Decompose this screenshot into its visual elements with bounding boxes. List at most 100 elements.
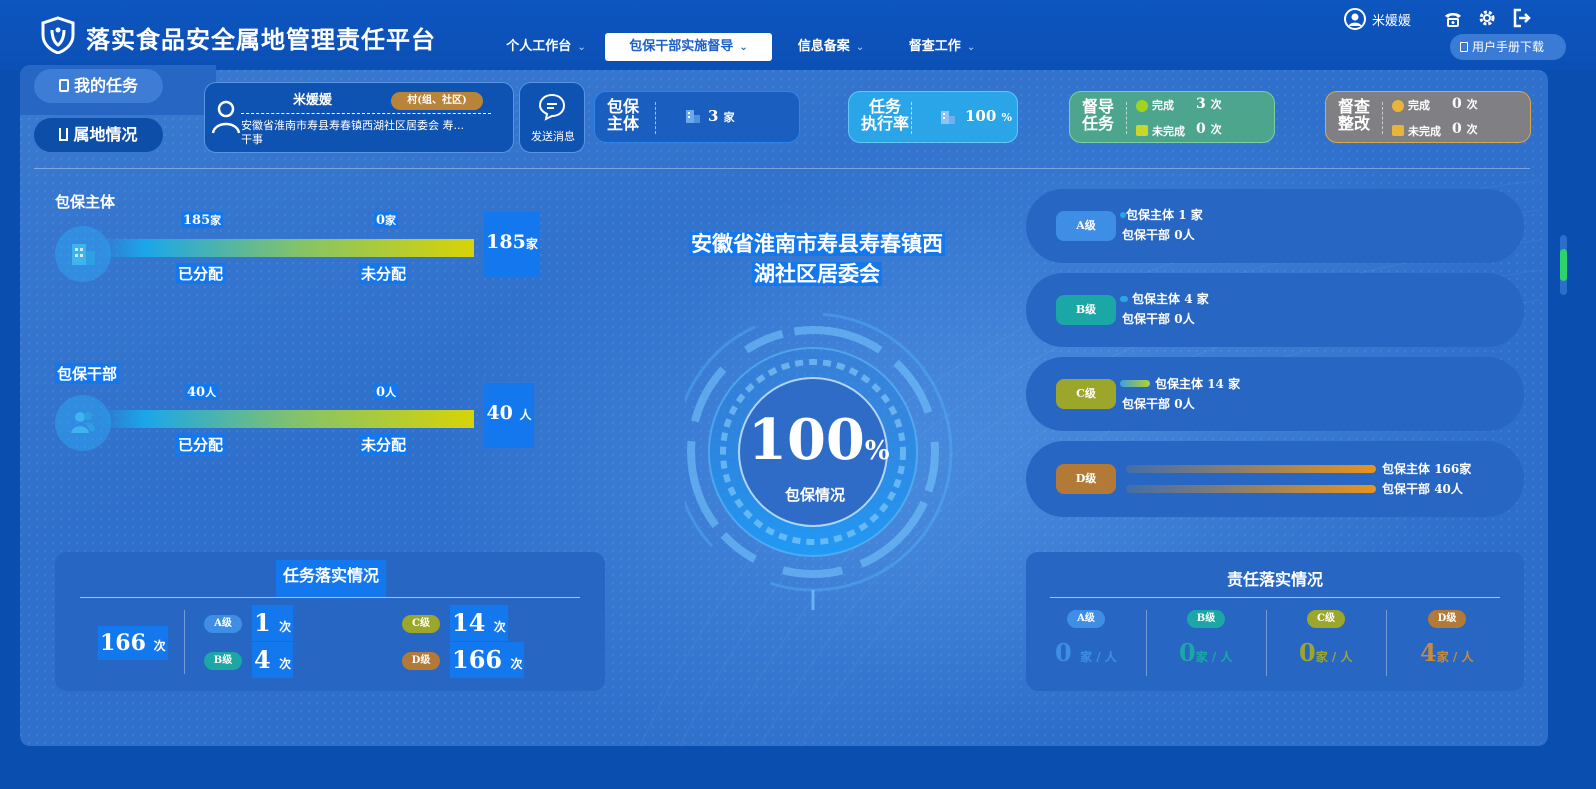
- entity-assigned-label: 已分配: [176, 263, 226, 284]
- task-b-value: 4: [254, 645, 271, 674]
- resp-c-unit: 家 / 人: [1315, 650, 1353, 664]
- profile-divider: [241, 113, 491, 114]
- resp-a-value: 0: [1055, 638, 1072, 667]
- resp-a-unit: 家 / 人: [1080, 650, 1117, 664]
- inspect-done-unit: 次: [1466, 98, 1478, 111]
- pending-icon: [1392, 125, 1404, 136]
- logout-icon[interactable]: [1512, 8, 1532, 28]
- gear-icon[interactable]: [1477, 8, 1497, 28]
- entity-assigned-value: 185: [183, 213, 211, 228]
- inspect-undone-label: 未完成: [1408, 125, 1441, 138]
- task-a-badge: A级: [204, 615, 242, 633]
- stat-divider: [1126, 102, 1127, 134]
- cadre-progress-bar: [100, 410, 474, 428]
- chevron-down-icon: ⌄: [577, 42, 586, 53]
- level-d-entity-bar: [1126, 465, 1376, 473]
- level-d-badge: D级: [1056, 464, 1116, 494]
- chevron-down-icon: ⌄: [966, 42, 976, 53]
- section-divider: [34, 168, 1530, 169]
- avatar-icon: [211, 99, 241, 135]
- map-icon: [59, 128, 69, 141]
- task-impl-divider: [80, 597, 580, 598]
- stat-divider: [655, 102, 656, 134]
- task-c-badge: C级: [402, 615, 440, 633]
- inspect-undone-unit: 次: [1466, 123, 1478, 136]
- entity-unassigned-value-wrap: 0家: [374, 212, 399, 228]
- center-caption: 包保情况: [784, 486, 845, 504]
- profile-position: 干事: [241, 133, 263, 146]
- entity-total-value: 185: [486, 231, 526, 253]
- task-impl-title: 任务落实情况: [276, 560, 386, 598]
- task-impl-total-wrap: 166 次: [98, 626, 168, 660]
- resp-b-value-wrap: 0家 / 人: [1179, 638, 1232, 667]
- check-icon: [1136, 100, 1148, 112]
- building-icon: [940, 109, 956, 125]
- chevron-down-icon: ⌄: [739, 42, 748, 53]
- cadre-assigned-unit: 人: [205, 386, 217, 399]
- manual-download-button[interactable]: 用户手册下载: [1450, 34, 1566, 60]
- scrollbar-thumb[interactable]: [1560, 249, 1567, 281]
- cadre-unassigned-label: 未分配: [359, 434, 409, 455]
- inspect-done-label: 完成: [1408, 99, 1430, 112]
- chat-icon: [538, 93, 566, 121]
- profile-card: 米媛媛 村(组、社区) 安徽省淮南市寿县寿春镇西湖社区居委会 寿... 干事: [204, 82, 514, 153]
- center-title-line1: 安徽省淮南市寿县寿春镇西: [689, 232, 945, 256]
- task-impl-total-unit: 次: [153, 639, 166, 653]
- resp-impl-title: 责任落实情况: [1226, 570, 1323, 589]
- nav-cadre-supervision[interactable]: 包保干部实施督导 ⌄: [605, 33, 772, 61]
- send-message-button[interactable]: 发送消息: [519, 82, 585, 153]
- supervise-done-wrap: 3 次: [1196, 96, 1222, 112]
- stat-supervise-label: 督导 任务: [1082, 97, 1115, 133]
- nav-personal-workbench[interactable]: 个人工作台 ⌄: [496, 33, 596, 61]
- tab-territory[interactable]: 属地情况: [34, 118, 163, 152]
- task-c-value: 14: [452, 608, 486, 637]
- resp-vdivider: [1386, 610, 1387, 676]
- user-name[interactable]: 米媛媛: [1372, 10, 1411, 29]
- chevron-down-icon: ⌄: [855, 42, 865, 53]
- cadre-title: 包保干部: [55, 363, 120, 384]
- center-percent-wrap: 100%: [748, 407, 890, 481]
- stat-exec-value-wrap: 100 %: [965, 107, 1012, 125]
- document-icon: [1460, 42, 1468, 52]
- nav-label: 信息备案: [797, 39, 850, 54]
- level-b-cadre: 包保干部 0人: [1122, 312, 1195, 326]
- supervise-done-label: 完成: [1152, 99, 1174, 112]
- cadre-total: 40 人: [484, 383, 534, 448]
- stat-baobao-value: 3: [708, 107, 719, 125]
- resp-c-value: 0: [1299, 638, 1316, 667]
- stat-supervise-card: 督导 任务 完成 3 次 未完成 0 次: [1069, 91, 1275, 143]
- stat-exec-label: 任务 执行率: [861, 97, 910, 133]
- resp-vdivider: [1266, 610, 1267, 676]
- level-c-cadre: 包保干部 0人: [1122, 397, 1195, 411]
- stat-baobao-card: 包保 主体 3 家: [594, 91, 800, 143]
- profile-org: 安徽省淮南市寿县寿春镇西湖社区居委会 寿...: [241, 119, 464, 132]
- user-circle-icon[interactable]: [1344, 8, 1366, 30]
- resp-a-badge: A级: [1067, 610, 1105, 628]
- entity-unassigned-unit: 家: [385, 214, 397, 227]
- scrollbar-track[interactable]: [1560, 235, 1567, 295]
- cadre-unassigned-unit: 人: [385, 386, 397, 399]
- tab-my-tasks-label: 我的任务: [73, 76, 138, 95]
- nav-info-record[interactable]: 信息备案 ⌄: [788, 33, 874, 61]
- tab-my-tasks[interactable]: 我的任务: [34, 69, 163, 103]
- level-d-entity: 包保主体 166家: [1382, 462, 1472, 476]
- stat-baobao-value-wrap: 3 家: [708, 107, 735, 125]
- nav-inspection-work[interactable]: 督查工作 ⌄: [899, 33, 985, 61]
- cadre-unassigned-value: 0: [376, 385, 386, 400]
- document-icon: [58, 79, 69, 92]
- profile-name: 米媛媛: [293, 93, 333, 108]
- pending-icon: [1136, 125, 1148, 136]
- cadre-unassigned-value-wrap: 0人: [374, 384, 399, 400]
- entity-progress-bar: [100, 239, 474, 257]
- level-b-entity-bar: [1120, 296, 1128, 302]
- entity-title: 包保主体: [55, 193, 116, 211]
- level-a-cadre: 包保干部 0人: [1122, 228, 1195, 242]
- stat-exec-card: 任务 执行率 100 %: [848, 91, 1018, 143]
- center-percent: 100: [748, 407, 865, 473]
- level-c-entity-bar: [1120, 380, 1150, 387]
- task-d-value-wrap: 166 次: [450, 642, 525, 678]
- phone-icon[interactable]: [1443, 9, 1463, 29]
- task-b-value-wrap: 4 次: [252, 642, 294, 678]
- check-icon: [1392, 100, 1404, 112]
- task-c-unit: 次: [493, 620, 506, 634]
